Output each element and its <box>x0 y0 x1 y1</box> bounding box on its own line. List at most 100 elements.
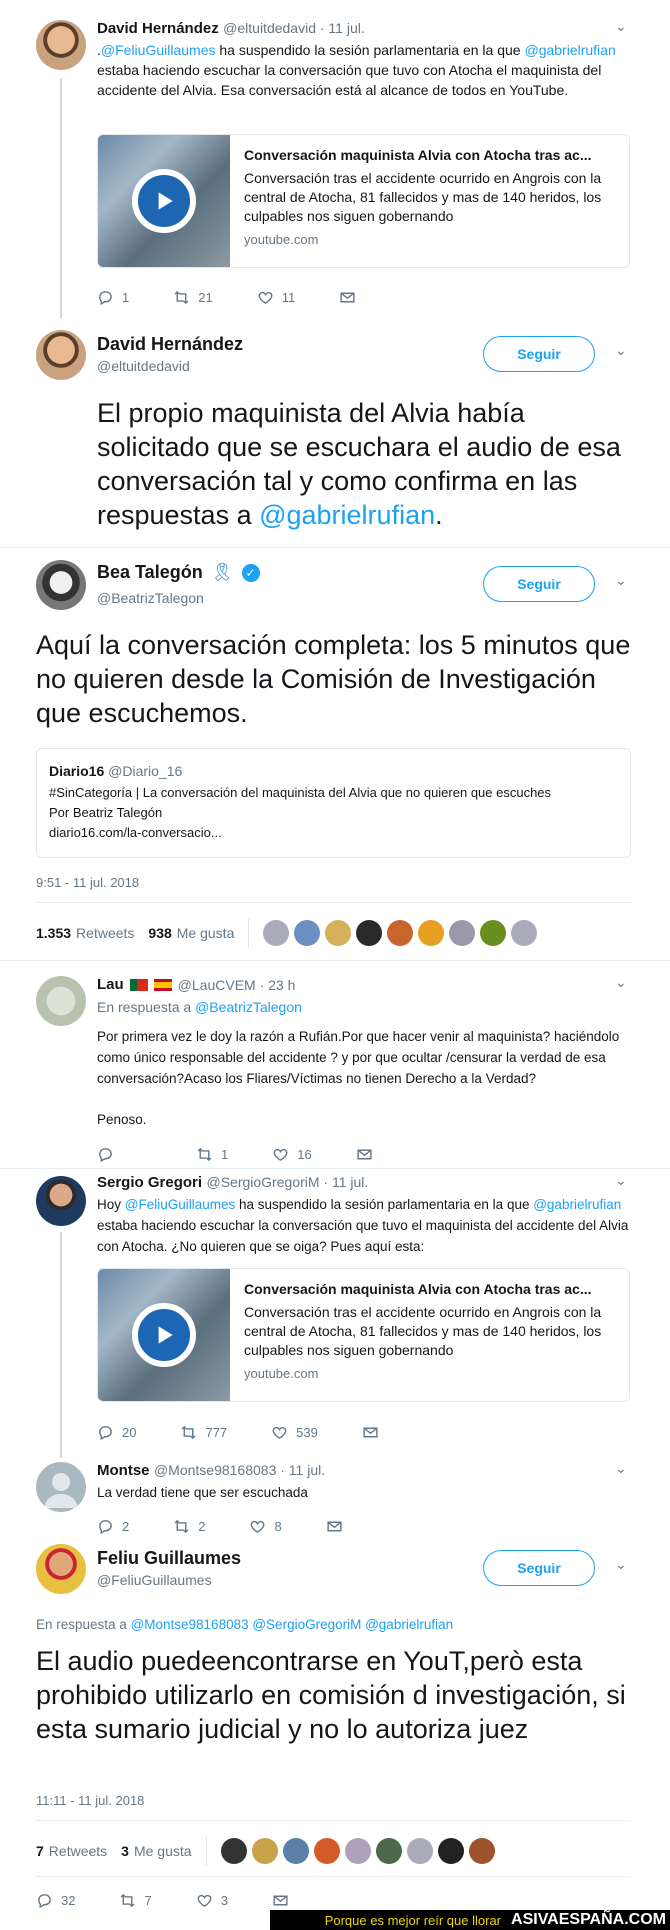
liker-avatar[interactable] <box>418 920 445 946</box>
like-button[interactable]: 3 <box>196 1892 228 1909</box>
chevron-down-icon[interactable]: ⌄ <box>615 1556 627 1573</box>
avatar[interactable] <box>36 1544 86 1594</box>
reply-button[interactable]: 32 <box>36 1892 75 1909</box>
link-card[interactable]: Conversación maquinista Alvia con Atocha… <box>97 1268 630 1402</box>
liker-avatar[interactable] <box>282 1838 309 1864</box>
dm-button[interactable] <box>326 1518 343 1535</box>
user-name[interactable]: Feliu Guillaumes <box>97 1548 241 1569</box>
liker-avatar[interactable] <box>356 920 383 946</box>
quoted-tweet[interactable]: Diario16 @Diario_16 #SinCategoría | La c… <box>36 748 631 858</box>
avatar[interactable] <box>36 1462 86 1512</box>
like-button[interactable]: 16 <box>272 1146 312 1163</box>
avatar[interactable] <box>36 330 86 380</box>
avatar[interactable] <box>36 560 86 610</box>
chevron-down-icon[interactable]: ⌄ <box>615 1460 627 1477</box>
play-icon[interactable] <box>132 1303 196 1367</box>
user-handle[interactable]: @BeatrizTalegon <box>97 590 204 606</box>
liker-avatar[interactable] <box>220 1838 247 1864</box>
mention-link[interactable]: @Montse98168083 @SergioGregoriM @gabriel… <box>131 1617 454 1632</box>
follow-button[interactable]: Seguir <box>483 1550 595 1586</box>
card-title: Conversación maquinista Alvia con Atocha… <box>244 1281 592 1297</box>
liker-avatar[interactable] <box>251 1838 278 1864</box>
retweet-icon <box>196 1146 213 1163</box>
dm-button[interactable] <box>339 289 356 306</box>
liker-avatar[interactable] <box>387 920 414 946</box>
liker-avatar[interactable] <box>263 920 290 946</box>
mention-link[interactable]: @gabrielrufian <box>259 500 435 530</box>
mail-icon <box>339 289 356 306</box>
user-handle[interactable]: @eltuitdedavid <box>97 358 190 374</box>
retweet-count[interactable]: 7 Retweets <box>36 1843 107 1859</box>
dm-button[interactable] <box>356 1146 373 1163</box>
like-button[interactable]: 8 <box>249 1518 282 1535</box>
play-icon[interactable] <box>132 169 196 233</box>
user-name[interactable]: David Hernández <box>97 334 243 355</box>
like-count[interactable]: 938 Me gusta <box>148 925 234 941</box>
liker-avatar[interactable] <box>294 920 321 946</box>
liker-avatar[interactable] <box>313 1838 340 1864</box>
card-domain: youtube.com <box>244 1366 319 1381</box>
retweet-button[interactable]: 2 <box>173 1518 205 1535</box>
liker-avatar[interactable] <box>437 1838 464 1864</box>
liker-avatar[interactable] <box>468 1838 495 1864</box>
tweet-timestamp[interactable]: 11:11 - 11 jul. 2018 <box>36 1793 144 1808</box>
flag-portugal-icon <box>129 978 148 991</box>
like-button[interactable]: 539 <box>271 1424 318 1441</box>
retweet-button[interactable]: 1 <box>196 1146 228 1163</box>
mention-link[interactable]: @BeatrizTalegon <box>195 999 302 1015</box>
liker-avatar[interactable] <box>406 1838 433 1864</box>
reply-button[interactable]: 1 <box>97 289 129 306</box>
chevron-down-icon[interactable]: ⌄ <box>615 974 627 991</box>
mention-link[interactable]: @gabrielrufian <box>524 42 615 58</box>
like-button[interactable]: 11 <box>257 289 295 306</box>
liker-avatar[interactable] <box>511 920 538 946</box>
reply-button[interactable]: 20 <box>97 1424 136 1441</box>
like-count[interactable]: 3 Me gusta <box>121 1843 191 1859</box>
chevron-down-icon[interactable]: ⌄ <box>615 572 627 589</box>
video-thumbnail <box>98 135 230 267</box>
liker-avatar[interactable] <box>480 920 507 946</box>
retweet-count[interactable]: 1.353 Retweets <box>36 925 134 941</box>
user-handle[interactable]: @SergioGregoriM · 11 jul. <box>206 1174 368 1190</box>
quote-line: diario16.com/la-conversacio... <box>49 825 222 840</box>
user-name[interactable]: David Hernández <box>97 20 219 37</box>
user-handle[interactable]: @Montse98168083 · 11 jul. <box>154 1462 325 1478</box>
avatar[interactable] <box>36 1176 86 1226</box>
retweet-button[interactable]: 7 <box>119 1892 152 1909</box>
mention-link[interactable]: @gabrielrufian <box>533 1197 621 1212</box>
chevron-down-icon[interactable]: ⌄ <box>615 1172 627 1189</box>
follow-button[interactable]: Seguir <box>483 566 595 602</box>
card-description: Conversación tras el accidente ocurrido … <box>244 170 602 224</box>
retweet-button[interactable]: 21 <box>173 289 213 306</box>
avatar[interactable] <box>36 976 86 1026</box>
user-name[interactable]: Lau <box>97 976 124 993</box>
tweet-text: La verdad tiene que ser escuchada <box>97 1485 308 1500</box>
divider <box>0 547 670 548</box>
chevron-down-icon[interactable]: ⌄ <box>615 18 627 35</box>
reply-icon <box>97 289 114 306</box>
link-card[interactable]: Conversación maquinista Alvia con Atocha… <box>97 134 630 268</box>
follow-button[interactable]: Seguir <box>483 336 595 372</box>
watermark-site: ASIVAESPAÑA.COM <box>511 1911 666 1928</box>
reply-button[interactable]: 2 <box>97 1518 129 1535</box>
user-name[interactable]: Bea Talegón <box>97 562 203 583</box>
avatar[interactable] <box>36 20 86 70</box>
liker-avatar[interactable] <box>325 920 352 946</box>
retweet-button[interactable]: 777 <box>180 1424 227 1441</box>
reply-button[interactable] <box>97 1146 122 1163</box>
dm-button[interactable] <box>362 1424 379 1441</box>
mention-link[interactable]: @FeliuGuillaumes <box>101 42 216 58</box>
tweet-timestamp[interactable]: 9:51 - 11 jul. 2018 <box>36 875 139 890</box>
dm-button[interactable] <box>272 1892 289 1909</box>
user-name[interactable]: Montse <box>97 1462 150 1479</box>
liker-avatar[interactable] <box>449 920 476 946</box>
divider <box>0 960 670 961</box>
liker-avatar[interactable] <box>375 1838 402 1864</box>
chevron-down-icon[interactable]: ⌄ <box>615 342 627 359</box>
user-name[interactable]: Sergio Gregori <box>97 1174 202 1191</box>
user-handle[interactable]: @FeliuGuillaumes <box>97 1572 212 1588</box>
user-handle[interactable]: @LauCVEM · 23 h <box>178 977 296 993</box>
liker-avatar[interactable] <box>344 1838 371 1864</box>
user-handle[interactable]: @eltuitdedavid · 11 jul. <box>223 20 365 36</box>
mention-link[interactable]: @FeliuGuillaumes <box>125 1197 236 1212</box>
